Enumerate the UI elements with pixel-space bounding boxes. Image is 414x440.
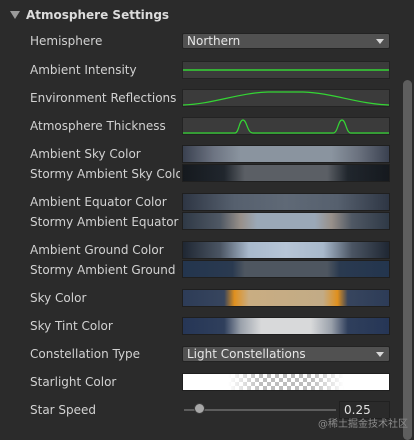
curve-graph	[183, 91, 389, 106]
scrollbar-thumb[interactable]	[403, 80, 412, 440]
hemisphere-label: Hemisphere	[30, 34, 103, 48]
hemisphere-row: Hemisphere Northern	[0, 30, 400, 52]
starlight-color-label: Starlight Color	[30, 375, 117, 389]
stormy-ambient-sky-color-label: Stormy Ambient Sky Color	[30, 167, 180, 181]
hemisphere-value: Northern	[187, 34, 241, 48]
dropdown-arrow-icon	[376, 352, 384, 357]
ambient-sky-color-gradient[interactable]	[182, 145, 390, 163]
sky-tint-color-gradient[interactable]	[182, 317, 390, 335]
ambient-intensity-label: Ambient Intensity	[30, 63, 137, 77]
starlight-color-row: Starlight Color	[0, 371, 400, 393]
star-speed-slider-track[interactable]	[184, 409, 336, 411]
ambient-intensity-row: Ambient Intensity	[0, 59, 400, 81]
starlight-color-gradient[interactable]	[182, 373, 390, 391]
stormy-ambient-sky-color-row: Stormy Ambient Sky Color	[0, 163, 400, 185]
star-speed-slider-thumb[interactable]	[194, 403, 206, 414]
ambient-equator-color-gradient[interactable]	[182, 193, 390, 211]
star-speed-label: Star Speed	[30, 403, 97, 417]
environment-reflections-label: Environment Reflections	[30, 91, 177, 105]
curve-graph	[183, 119, 389, 134]
constellation-type-row: Constellation Type Light Constellations	[0, 343, 400, 365]
ambient-ground-color-row: Ambient Ground Color	[0, 239, 400, 261]
stormy-ambient-ground-color-gradient[interactable]	[182, 260, 390, 278]
hemisphere-dropdown[interactable]: Northern	[182, 33, 390, 49]
environment-reflections-curve[interactable]	[182, 89, 390, 107]
atmosphere-settings-header[interactable]: Atmosphere Settings	[0, 4, 400, 26]
environment-reflections-row: Environment Reflections	[0, 87, 400, 109]
sky-tint-color-row: Sky Tint Color	[0, 315, 400, 337]
ambient-ground-color-label: Ambient Ground Color	[30, 243, 164, 257]
ambient-ground-color-gradient[interactable]	[182, 241, 390, 259]
sky-color-gradient[interactable]	[182, 289, 390, 307]
atmosphere-thickness-row: Atmosphere Thickness	[0, 115, 400, 137]
stormy-ambient-ground-color-row: Stormy Ambient Ground Co	[0, 259, 400, 281]
atmosphere-thickness-label: Atmosphere Thickness	[30, 119, 166, 133]
constellation-type-label: Constellation Type	[30, 347, 141, 361]
ambient-equator-color-label: Ambient Equator Color	[30, 195, 167, 209]
atmosphere-thickness-curve[interactable]	[182, 117, 390, 135]
ambient-intensity-curve[interactable]	[182, 61, 390, 79]
watermark: @稀土掘金技术社区	[318, 419, 408, 430]
stormy-ambient-equator-color-label: Stormy Ambient Equator Co	[30, 215, 180, 229]
inspector-panel: Atmosphere Settings Hemisphere Northern …	[0, 0, 414, 440]
stormy-ambient-equator-color-row: Stormy Ambient Equator Co	[0, 211, 400, 233]
curve-graph	[183, 69, 389, 71]
vertical-scrollbar[interactable]	[401, 0, 414, 440]
sky-color-label: Sky Color	[30, 291, 87, 305]
stormy-ambient-equator-color-gradient[interactable]	[182, 212, 390, 230]
ambient-equator-color-row: Ambient Equator Color	[0, 191, 400, 213]
sky-color-row: Sky Color	[0, 287, 400, 309]
stormy-ambient-ground-color-label: Stormy Ambient Ground Co	[30, 263, 180, 277]
ambient-sky-color-label: Ambient Sky Color	[30, 147, 141, 161]
ambient-sky-color-row: Ambient Sky Color	[0, 143, 400, 165]
foldout-triangle-icon[interactable]	[10, 11, 20, 19]
stormy-ambient-sky-color-gradient[interactable]	[182, 164, 390, 182]
sky-tint-color-label: Sky Tint Color	[30, 319, 113, 333]
section-title: Atmosphere Settings	[26, 8, 170, 22]
dropdown-arrow-icon	[376, 39, 384, 44]
constellation-type-value: Light Constellations	[187, 347, 306, 361]
constellation-type-dropdown[interactable]: Light Constellations	[182, 346, 390, 362]
